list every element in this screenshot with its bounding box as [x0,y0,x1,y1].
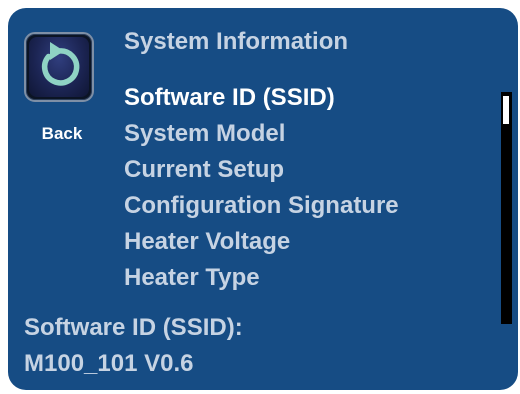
back-button[interactable]: Back [24,32,94,143]
back-button-tile[interactable] [24,32,94,102]
menu-item-heater-type[interactable]: Heater Type [124,260,399,296]
menu-scrollbar[interactable] [501,92,512,324]
detail-value: M100_101 V0.6 [24,350,194,377]
menu-item-configuration-signature[interactable]: Configuration Signature [124,188,399,224]
detail-label: Software ID (SSID): [24,314,243,341]
menu-item-system-model[interactable]: System Model [124,116,399,152]
circular-arrow-back-icon [41,42,80,86]
page-title: System Information [124,28,349,55]
menu-item-software-id[interactable]: Software ID (SSID) [124,80,399,116]
info-menu-list: Software ID (SSID) System Model Current … [124,80,399,296]
menu-item-current-setup[interactable]: Current Setup [124,152,399,188]
system-information-panel: Back System Information Software ID (SSI… [8,8,518,390]
scrollbar-thumb[interactable] [503,96,509,124]
back-label: Back [41,124,83,143]
menu-item-heater-voltage[interactable]: Heater Voltage [124,224,399,260]
